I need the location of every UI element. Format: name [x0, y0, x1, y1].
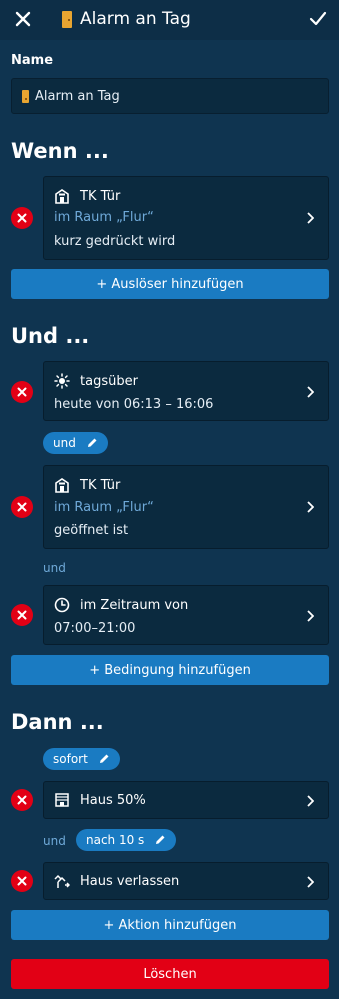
- chevron-right-icon: [307, 876, 314, 888]
- name-value: Alarm an Tag: [35, 88, 120, 104]
- condition-title-row: TK Tür: [54, 477, 120, 493]
- remove-icon: [17, 213, 27, 223]
- timing-pill[interactable]: sofort: [43, 748, 120, 770]
- chevron-right-icon: [307, 501, 314, 513]
- top-bar: Alarm an Tag: [0, 0, 339, 40]
- trigger-title-row: TK Tür: [54, 188, 120, 204]
- condition-title-row: im Zeitraum von: [54, 597, 188, 613]
- delete-button[interactable]: Löschen: [11, 959, 329, 989]
- shutter-icon: [55, 793, 69, 807]
- dann-heading: Dann ...: [11, 710, 104, 734]
- remove-icon: [17, 387, 27, 397]
- pencil-icon: [156, 835, 165, 844]
- condition-card-door[interactable]: TK Tür im Raum „Flur“ geöffnet ist: [43, 465, 329, 549]
- condition-title: im Zeitraum von: [80, 597, 189, 613]
- action-title-row: Haus 50%: [54, 792, 146, 808]
- clock-icon: [54, 597, 70, 613]
- pencil-icon: [99, 754, 109, 763]
- delay-pill[interactable]: nach 10 s: [76, 829, 177, 851]
- condition-device: TK Tür: [80, 477, 121, 493]
- trigger-device: TK Tür: [80, 188, 121, 204]
- operator-text: und: [43, 834, 66, 848]
- condition-detail: heute von 06:13 – 16:06: [54, 397, 214, 412]
- chevron-right-icon: [307, 610, 314, 622]
- action-card-leave[interactable]: Haus verlassen: [43, 862, 329, 900]
- sun-icon: [54, 373, 70, 389]
- page-title: Alarm an Tag: [80, 9, 191, 29]
- condition-detail: 07:00–21:00: [54, 621, 136, 636]
- building-icon: [55, 478, 69, 493]
- trigger-room: im Raum „Flur“: [54, 210, 154, 225]
- condition-room: im Raum „Flur“: [54, 500, 154, 515]
- condition-card-daytime[interactable]: tagsüber heute von 06:13 – 16:06: [43, 361, 329, 421]
- remove-condition-button[interactable]: [11, 604, 33, 626]
- condition-title: tagsüber: [80, 373, 138, 389]
- add-trigger-button[interactable]: + Auslöser hinzufügen: [11, 269, 329, 299]
- remove-action-button[interactable]: [11, 789, 33, 811]
- operator-pill[interactable]: und: [43, 432, 108, 454]
- action-card-house[interactable]: Haus 50%: [43, 781, 329, 819]
- remove-condition-button[interactable]: [11, 496, 33, 518]
- trigger-condition: kurz gedrückt wird: [54, 234, 176, 249]
- remove-icon: [17, 795, 27, 805]
- title-group: Alarm an Tag: [62, 9, 191, 29]
- chevron-right-icon: [307, 795, 314, 807]
- action-label: Haus 50%: [80, 792, 146, 808]
- close-icon[interactable]: [12, 8, 34, 30]
- remove-icon: [17, 502, 27, 512]
- add-condition-button[interactable]: + Bedingung hinzufügen: [11, 655, 329, 685]
- remove-trigger-button[interactable]: [11, 207, 33, 229]
- wenn-heading: Wenn ...: [11, 139, 109, 163]
- add-action-button[interactable]: + Aktion hinzufügen: [11, 910, 329, 940]
- action-label: Haus verlassen: [80, 873, 180, 889]
- door-icon: [62, 10, 72, 28]
- remove-icon: [17, 610, 27, 620]
- building-icon: [55, 189, 69, 204]
- timing-label: sofort: [53, 752, 88, 766]
- operator-label: und: [53, 436, 76, 450]
- chevron-right-icon: [307, 386, 314, 398]
- operator-text: und: [43, 561, 66, 575]
- delay-label: nach 10 s: [86, 833, 145, 847]
- leave-home-icon: [54, 874, 70, 888]
- pencil-icon: [87, 438, 97, 447]
- remove-condition-button[interactable]: [11, 381, 33, 403]
- action-title-row: Haus verlassen: [54, 873, 179, 889]
- name-label: Name: [11, 53, 54, 68]
- checkmark-icon[interactable]: [308, 9, 328, 29]
- chevron-right-icon: [307, 212, 314, 224]
- name-input[interactable]: Alarm an Tag: [11, 78, 329, 114]
- trigger-card[interactable]: TK Tür im Raum „Flur“ kurz gedrückt wird: [43, 176, 329, 260]
- condition-state: geöffnet ist: [54, 523, 129, 538]
- condition-card-timeframe[interactable]: im Zeitraum von 07:00–21:00: [43, 585, 329, 645]
- door-icon: [22, 89, 29, 103]
- remove-action-button[interactable]: [11, 870, 33, 892]
- und-heading: Und ...: [11, 324, 90, 348]
- condition-title-row: tagsüber: [54, 373, 138, 389]
- remove-icon: [17, 876, 27, 886]
